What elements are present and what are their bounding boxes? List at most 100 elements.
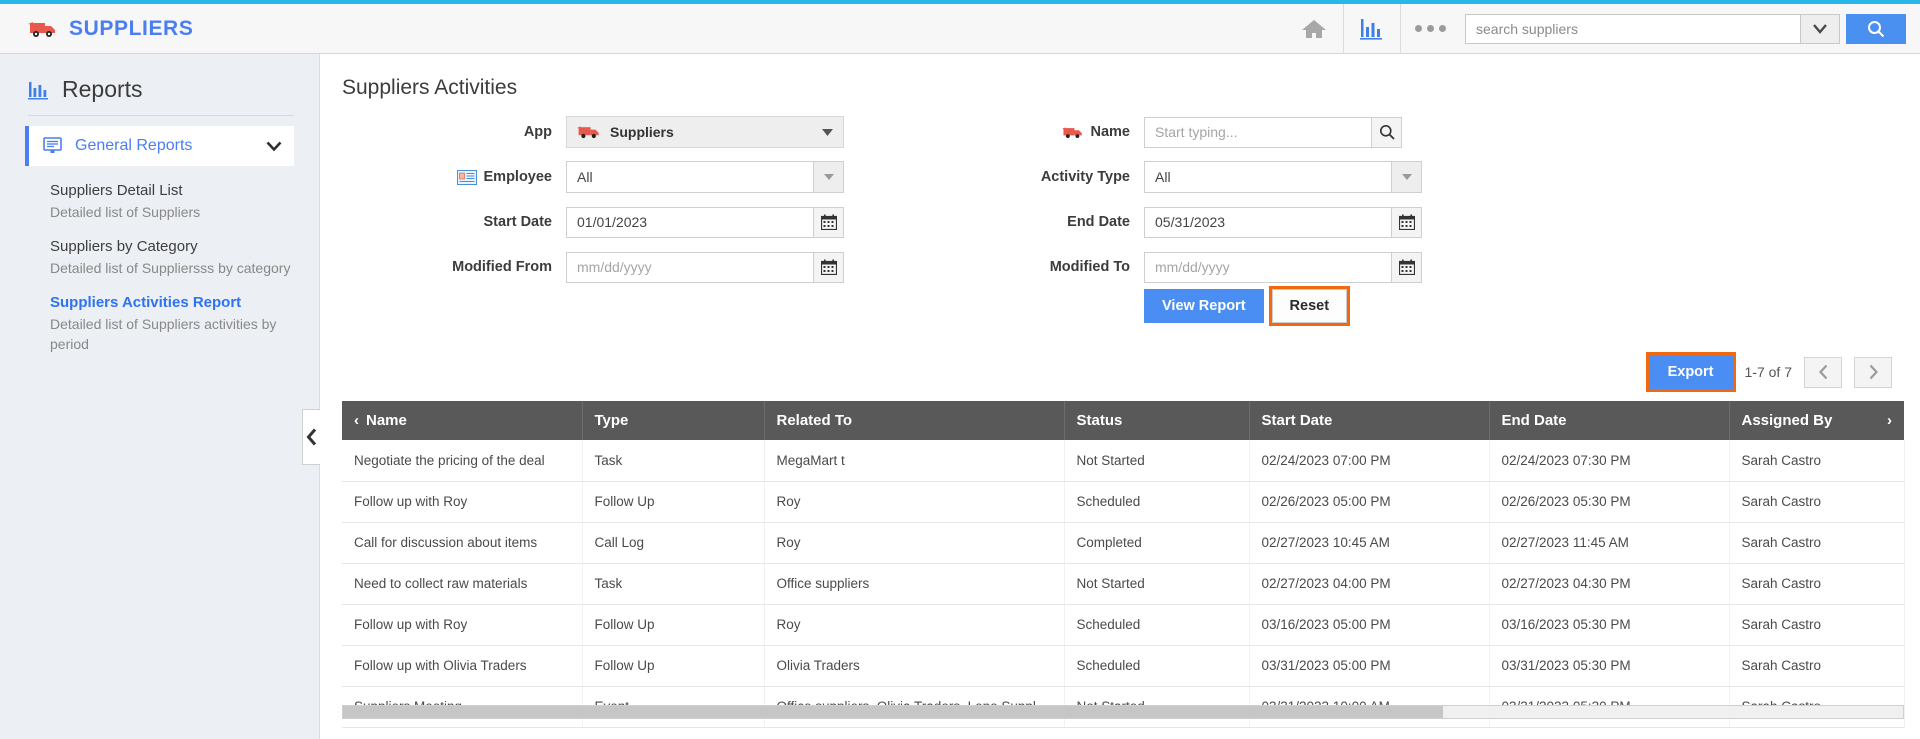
- name-input[interactable]: [1144, 116, 1372, 148]
- calendar-icon[interactable]: [814, 206, 844, 238]
- sidebar-item-suppliers-activities-report[interactable]: Suppliers Activities Report Detailed lis…: [50, 292, 294, 354]
- chevron-down-icon[interactable]: [266, 141, 282, 152]
- table-body: Negotiate the pricing of the deal Task M…: [342, 440, 1905, 728]
- filter-modified-from-label: Modified From: [452, 259, 552, 275]
- table-row[interactable]: Call for discussion about items Call Log…: [342, 522, 1905, 564]
- global-search: [1465, 13, 1906, 44]
- bar-chart-icon[interactable]: [1343, 3, 1401, 54]
- employee-card-icon: [456, 169, 477, 185]
- employee-select-dropdown[interactable]: [814, 161, 844, 193]
- filter-modified-from-row: Modified From: [342, 251, 862, 283]
- report-desc: Detailed list of Suppliers activities by…: [50, 315, 277, 353]
- filter-activity-type-label: Activity Type: [1040, 169, 1130, 185]
- caret-down-icon: [822, 128, 833, 136]
- sidebar-divider: [28, 115, 294, 116]
- pagination-prev-button[interactable]: [1804, 356, 1842, 388]
- column-header-type[interactable]: Type: [582, 401, 765, 440]
- sidebar-item-suppliers-detail-list[interactable]: Suppliers Detail List Detailed list of S…: [50, 180, 294, 222]
- filter-name-label: Name: [920, 124, 1144, 140]
- search-input[interactable]: [1465, 13, 1800, 44]
- sidebar-group-general-reports[interactable]: General Reports: [25, 126, 294, 166]
- table-row[interactable]: Negotiate the pricing of the deal Task M…: [342, 440, 1905, 482]
- cell-assigned-by: Sarah Castro: [1729, 481, 1905, 523]
- chevron-right-icon[interactable]: ›: [1887, 412, 1892, 429]
- cell-name: Negotiate the pricing of the deal: [342, 440, 583, 482]
- column-header-end-date[interactable]: End Date: [1489, 401, 1730, 440]
- search-icon[interactable]: [1372, 116, 1402, 148]
- cell-end-date: 02/27/2023 11:45 AM: [1489, 522, 1730, 564]
- modified-to-input[interactable]: [1144, 251, 1392, 283]
- cell-status: Scheduled: [1064, 604, 1250, 646]
- cell-type: Task: [582, 563, 765, 605]
- brand[interactable]: SUPPLIERS: [0, 17, 193, 41]
- column-header-name[interactable]: ‹ Name: [342, 401, 583, 440]
- cell-start-date: 02/27/2023 04:00 PM: [1249, 563, 1490, 605]
- filter-end-date-label: End Date: [1067, 214, 1130, 230]
- cell-start-date: 02/24/2023 07:00 PM: [1249, 440, 1490, 482]
- cell-status: Scheduled: [1064, 645, 1250, 687]
- calendar-icon[interactable]: [1392, 206, 1422, 238]
- sidebar-collapse-handle[interactable]: [302, 409, 320, 465]
- modified-from-input[interactable]: [566, 251, 814, 283]
- column-header-start-date[interactable]: Start Date: [1249, 401, 1490, 440]
- cell-related-to: Office suppliers: [764, 563, 1065, 605]
- chevron-left-icon[interactable]: ‹: [354, 412, 359, 429]
- cell-assigned-by: Sarah Castro: [1729, 645, 1905, 687]
- view-report-button[interactable]: View Report: [1144, 289, 1264, 323]
- filters-left-column: App Suppliers Employee All Start Date 01…: [342, 116, 862, 335]
- filter-employee-label-text: Employee: [483, 169, 553, 185]
- scrollbar-thumb[interactable]: [343, 706, 1443, 718]
- export-button[interactable]: Export: [1645, 352, 1736, 392]
- calendar-icon[interactable]: [814, 251, 844, 283]
- cell-end-date: 02/27/2023 04:30 PM: [1489, 563, 1730, 605]
- activity-type-select-dropdown[interactable]: [1392, 161, 1422, 193]
- cell-related-to: Roy: [764, 522, 1065, 564]
- column-header-status[interactable]: Status: [1064, 401, 1250, 440]
- column-header-related-to[interactable]: Related To: [764, 401, 1065, 440]
- cell-start-date: 03/16/2023 05:00 PM: [1249, 604, 1490, 646]
- brand-title: SUPPLIERS: [69, 16, 194, 40]
- app-select-value: Suppliers: [610, 124, 674, 140]
- more-dots-icon[interactable]: [1401, 4, 1459, 54]
- cell-status: Completed: [1064, 522, 1250, 564]
- table-row[interactable]: Follow up with Roy Follow Up Roy Schedul…: [342, 481, 1905, 523]
- table-horizontal-scrollbar[interactable]: [342, 705, 1904, 719]
- sidebar-item-suppliers-by-category[interactable]: Suppliers by Category Detailed list of S…: [50, 236, 294, 278]
- table-row[interactable]: Follow up with Olivia Traders Follow Up …: [342, 645, 1905, 687]
- search-scope-dropdown[interactable]: [1800, 13, 1840, 44]
- cell-start-date: 03/31/2023 05:00 PM: [1249, 645, 1490, 687]
- top-toolbar: [1285, 3, 1920, 54]
- calendar-icon[interactable]: [1392, 251, 1422, 283]
- cell-type: Task: [582, 440, 765, 482]
- cell-type: Follow Up: [582, 481, 765, 523]
- home-icon[interactable]: [1285, 4, 1343, 54]
- cell-end-date: 02/24/2023 07:30 PM: [1489, 440, 1730, 482]
- employee-select-value[interactable]: All: [566, 161, 814, 193]
- filters-right-column: Name Activity Type: [920, 116, 1440, 335]
- pagination-range: 1-7 of 7: [1744, 364, 1792, 380]
- app-select[interactable]: Suppliers: [566, 116, 844, 148]
- filter-modified-to-label: Modified To: [1049, 259, 1130, 275]
- filter-name-label-text: Name: [1090, 124, 1131, 140]
- report-title: Suppliers Detail List: [50, 182, 183, 199]
- pagination-next-button[interactable]: [1854, 356, 1892, 388]
- reset-button[interactable]: Reset: [1268, 286, 1351, 326]
- search-submit-button[interactable]: [1846, 13, 1906, 44]
- cell-assigned-by: Sarah Castro: [1729, 604, 1905, 646]
- table-row[interactable]: Follow up with Roy Follow Up Roy Schedul…: [342, 604, 1905, 646]
- end-date-input[interactable]: [1144, 206, 1392, 238]
- start-date-input[interactable]: [566, 206, 814, 238]
- activity-type-select-value[interactable]: All: [1144, 161, 1392, 193]
- column-header-assigned-by[interactable]: Assigned By ›: [1729, 401, 1904, 440]
- bar-chart-icon: [28, 80, 50, 100]
- cell-status: Not Started: [1064, 563, 1250, 605]
- truck-icon: [577, 124, 601, 140]
- filter-activity-type-row: Activity Type All: [920, 161, 1440, 193]
- cell-start-date: 02/27/2023 10:45 AM: [1249, 522, 1490, 564]
- screen-report-icon: [43, 137, 63, 155]
- results-toolbar: Export 1-7 of 7: [320, 352, 1920, 392]
- table-row[interactable]: Need to collect raw materials Task Offic…: [342, 563, 1905, 605]
- filters-form: App Suppliers Employee All Start Date 01…: [320, 100, 1920, 335]
- cell-assigned-by: Sarah Castro: [1729, 522, 1905, 564]
- report-desc: Detailed list of Suppliers: [50, 203, 201, 220]
